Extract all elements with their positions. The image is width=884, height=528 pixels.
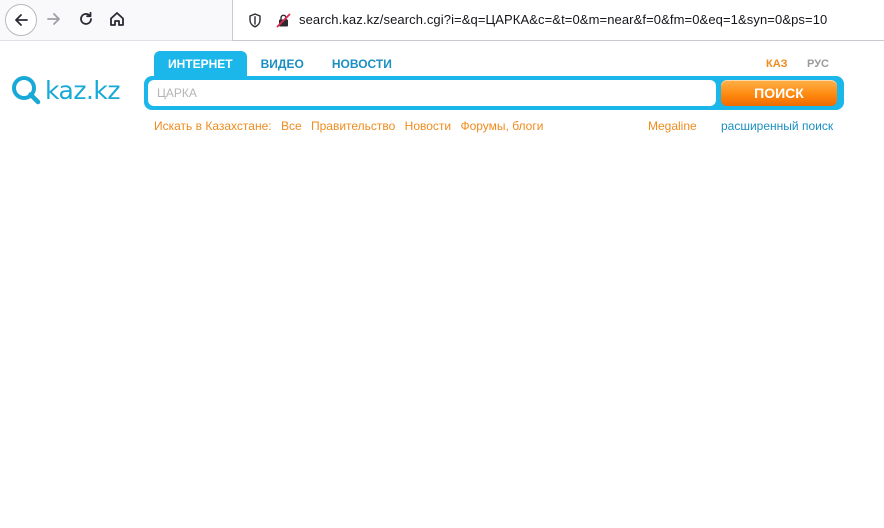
reload-icon (80, 11, 92, 25)
language-rus[interactable]: РУС (807, 58, 829, 70)
insecure-lock-icon[interactable] (275, 12, 291, 28)
language-kaz[interactable]: КАЗ (766, 58, 788, 70)
megaline-link[interactable]: Megaline (648, 119, 697, 133)
filter-forums-blogs[interactable]: Форумы, блоги (460, 119, 543, 133)
reload-button[interactable] (72, 5, 100, 33)
url-text[interactable]: search.kaz.kz/search.cgi?i=&q=ЦАРКА&c=&t… (299, 12, 827, 27)
back-button[interactable] (5, 4, 37, 36)
filter-all[interactable]: Все (281, 119, 302, 133)
magnifier-logo-icon (12, 76, 41, 105)
forward-button[interactable] (40, 5, 68, 33)
search-type-tabs: ИНТЕРНЕТ ВИДЕО НОВОСТИ (154, 51, 406, 77)
tab-video[interactable]: ВИДЕО (247, 51, 318, 77)
home-icon (110, 12, 124, 26)
filter-news[interactable]: Новости (405, 119, 451, 133)
arrow-right-icon (47, 13, 60, 25)
advanced-search-link[interactable]: расширенный поиск (721, 119, 833, 133)
home-button[interactable] (103, 5, 131, 33)
site-logo[interactable]: kaz.kz (11, 73, 121, 107)
search-bar: ПОИСК (144, 76, 844, 110)
filter-government[interactable]: Правительство (311, 119, 395, 133)
search-button[interactable]: ПОИСК (721, 80, 837, 106)
browser-toolbar: search.kaz.kz/search.cgi?i=&q=ЦАРКА&c=&t… (0, 0, 884, 41)
filters-label: Искать в Казахстане: (154, 119, 272, 133)
tab-internet[interactable]: ИНТЕРНЕТ (154, 51, 247, 77)
search-input[interactable] (148, 80, 716, 106)
url-bar[interactable]: search.kaz.kz/search.cgi?i=&q=ЦАРКА&c=&t… (232, 0, 884, 41)
region-filters: Искать в Казахстане: Все Правительство Н… (154, 119, 549, 135)
arrow-left-icon (15, 14, 28, 26)
tab-news[interactable]: НОВОСТИ (318, 51, 406, 77)
shield-icon[interactable] (247, 12, 263, 28)
logo-text: kaz.kz (45, 75, 121, 105)
